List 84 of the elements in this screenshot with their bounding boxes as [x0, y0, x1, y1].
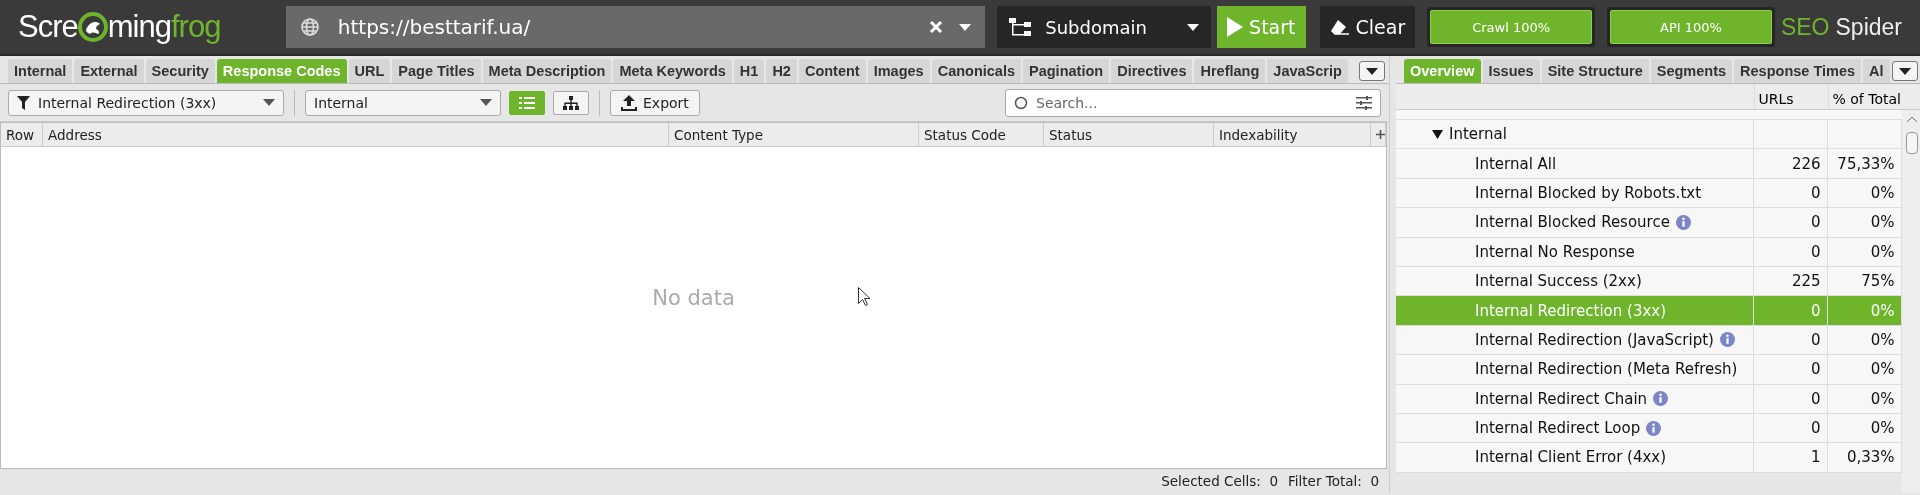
sitemap-icon: [1009, 17, 1032, 37]
frog-icon: [77, 12, 108, 42]
tab[interactable]: Directives: [1111, 59, 1193, 83]
progress-bar: Crawl 100%: [1430, 10, 1593, 44]
scope-dropdown[interactable]: Internal: [305, 89, 501, 116]
play-icon: [1227, 17, 1244, 37]
overview-row[interactable]: Internal Redirection (Meta Refresh) 0 0%: [1396, 355, 1902, 385]
url-bar[interactable]: https://besttarif.ua/: [285, 6, 986, 48]
upload-icon: [621, 94, 637, 111]
tab[interactable]: External: [74, 59, 144, 83]
tab[interactable]: Security: [145, 59, 215, 83]
scrollbar-thumb[interactable]: [1905, 132, 1918, 154]
globe-icon: [299, 17, 320, 37]
column-header[interactable]: Status Code: [919, 123, 1044, 146]
empty-message: No data: [652, 285, 735, 310]
logo-text: ming: [107, 9, 171, 45]
column-header[interactable]: Status: [1044, 123, 1214, 146]
tab[interactable]: Page Titles: [392, 59, 481, 83]
overview-row[interactable]: Internal Redirection (JavaScript) 0 0%: [1396, 325, 1902, 356]
mode-dropdown[interactable]: Subdomain: [997, 6, 1212, 48]
tab[interactable]: Meta Description: [482, 59, 612, 83]
caret-icon: [1898, 67, 1911, 75]
eraser-icon: [1329, 19, 1350, 35]
tabs-menu-button[interactable]: [1359, 61, 1385, 81]
filter-dropdown[interactable]: Internal Redirection (3xx): [8, 89, 284, 116]
tab[interactable]: Meta Keywords: [613, 59, 732, 83]
brand-text: SEO: [1780, 13, 1830, 41]
url-field[interactable]: https://besttarif.ua/: [335, 14, 914, 40]
cursor-icon: [858, 287, 870, 306]
overview-row[interactable]: Internal Blocked Resource 0 0%: [1396, 208, 1902, 238]
overview-row[interactable]: Internal Blocked by Robots.txt 0 0%: [1396, 178, 1902, 209]
expand-icon[interactable]: [1432, 129, 1443, 139]
list-icon: [519, 96, 535, 109]
tab[interactable]: Canonicals: [931, 59, 1022, 83]
selected-cells-count: Selected Cells: 0: [1161, 473, 1278, 489]
tab[interactable]: Internal: [8, 59, 73, 83]
filter-total-count: Filter Total: 0: [1288, 473, 1379, 489]
overview-row[interactable]: Internal No Response 0 0%: [1396, 237, 1902, 267]
tab[interactable]: H2: [766, 59, 797, 83]
overview-row[interactable]: Internal Redirect Chain 0 0%: [1396, 384, 1902, 414]
caret-icon: [1366, 67, 1378, 75]
filter-icon: [17, 95, 30, 110]
caret-icon: [480, 99, 492, 106]
overview-row[interactable]: Internal Redirect Loop 0 0%: [1396, 413, 1902, 444]
logo-text: frog: [170, 9, 221, 45]
column-header[interactable]: Row: [1, 123, 43, 146]
sliders-icon[interactable]: [1356, 95, 1372, 110]
tab[interactable]: Al: [1863, 59, 1890, 83]
tab[interactable]: Content: [798, 59, 866, 83]
caret-icon: [959, 23, 972, 31]
search-bar[interactable]: Search...: [1005, 88, 1381, 117]
scroll-up-icon[interactable]: [1906, 116, 1917, 122]
brand-text: Spider: [1835, 13, 1902, 41]
tab[interactable]: Site Structure: [1541, 59, 1649, 83]
progress-bar: API 100%: [1610, 10, 1772, 44]
close-icon[interactable]: [929, 20, 944, 34]
tree-view-button[interactable]: [553, 90, 589, 115]
caret-icon: [263, 99, 275, 106]
tab[interactable]: URL: [348, 59, 391, 83]
tab[interactable]: Response Times: [1734, 59, 1862, 83]
caret-icon: [1187, 23, 1200, 31]
tab[interactable]: Hreflang: [1194, 59, 1266, 83]
search-icon: [1014, 95, 1028, 110]
group-label[interactable]: Internal: [1449, 125, 1507, 144]
export-button[interactable]: Export: [610, 89, 700, 116]
column-header[interactable]: Indexability: [1214, 123, 1371, 146]
tab[interactable]: Images: [867, 59, 930, 83]
column-header[interactable]: URLs: [1753, 84, 1828, 109]
column-header[interactable]: % of Total: [1827, 84, 1902, 109]
tab[interactable]: H1: [733, 59, 765, 83]
column-header[interactable]: Address: [43, 123, 669, 146]
tree-icon: [563, 95, 579, 110]
tab[interactable]: JavaScrip: [1267, 59, 1348, 83]
tab[interactable]: Issues: [1482, 59, 1540, 83]
overview-row[interactable]: Internal All 226 75,33%: [1396, 149, 1902, 179]
logo-text: Scre: [18, 9, 78, 45]
overview-row[interactable]: Internal Client Error (4xx) 1 0,33%: [1396, 443, 1902, 473]
column-header[interactable]: Content Type: [669, 123, 919, 146]
plus-icon[interactable]: [1376, 130, 1385, 139]
clear-button[interactable]: Clear: [1319, 6, 1416, 48]
tab[interactable]: Segments: [1650, 59, 1733, 83]
overview-row[interactable]: Internal Success (2xx) 225 75%: [1396, 266, 1902, 297]
tab[interactable]: Pagination: [1023, 59, 1110, 83]
tabs-menu-button[interactable]: [1891, 61, 1918, 81]
